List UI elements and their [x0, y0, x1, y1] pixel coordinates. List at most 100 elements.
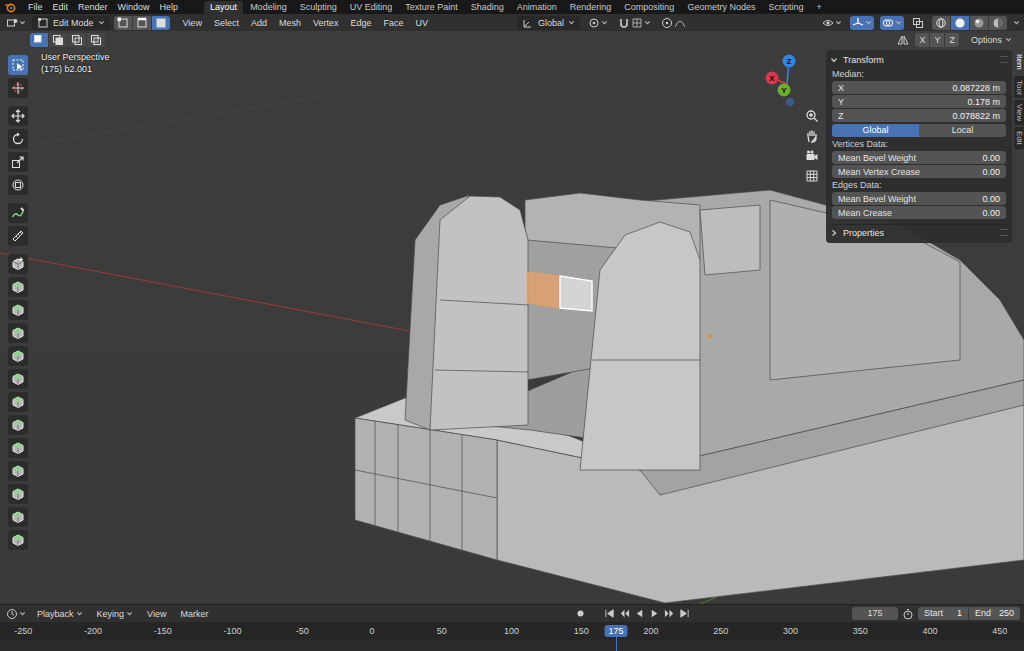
- navigation-gizmo[interactable]: XYZ: [763, 51, 807, 113]
- workspace-tab[interactable]: Modeling: [244, 1, 293, 14]
- mirror-axis-toggle[interactable]: Z: [945, 33, 959, 47]
- shading-button[interactable]: [951, 16, 970, 30]
- value-field[interactable]: Mean Crease0.00: [832, 206, 1006, 219]
- sidebar-tab[interactable]: Tool: [1014, 76, 1024, 99]
- top-menu-item[interactable]: Render: [74, 2, 112, 12]
- shading-button[interactable]: [970, 16, 989, 30]
- jump-end-icon[interactable]: [679, 608, 690, 619]
- drag-grip-icon[interactable]: [1000, 229, 1008, 236]
- shading-button[interactable]: [932, 16, 951, 30]
- orientation-dropdown[interactable]: Global: [517, 16, 580, 30]
- selected-face[interactable]: [527, 272, 560, 308]
- workspace-tab[interactable]: Geometry Nodes: [681, 1, 761, 14]
- playhead-frame[interactable]: 175: [605, 625, 628, 637]
- coordinate-field[interactable]: Z0.078822 m: [832, 109, 1006, 122]
- value-field[interactable]: Mean Bevel Weight0.00: [832, 151, 1006, 164]
- select-mode-button[interactable]: [152, 16, 170, 30]
- tool-button[interactable]: [8, 254, 28, 274]
- drag-grip-icon[interactable]: [1000, 56, 1008, 63]
- grid-icon[interactable]: [805, 169, 819, 183]
- top-menu-item[interactable]: Help: [156, 2, 183, 12]
- viewport-menu-item[interactable]: Mesh: [274, 18, 306, 28]
- timeline-menu[interactable]: Marker: [175, 609, 213, 619]
- tool-button[interactable]: [8, 277, 28, 297]
- viewport-menu-item[interactable]: Edge: [345, 18, 376, 28]
- viewport-menu-item[interactable]: View: [178, 18, 207, 28]
- play-reverse-icon[interactable]: [634, 608, 645, 619]
- top-menu-item[interactable]: Edit: [49, 2, 73, 12]
- workspace-tab[interactable]: Scripting: [762, 1, 809, 14]
- workspace-tab[interactable]: Layout: [204, 1, 243, 14]
- snap-button[interactable]: [616, 16, 653, 30]
- viewport-menu-item[interactable]: Vertex: [308, 18, 344, 28]
- mirror-axis-toggle[interactable]: X: [915, 33, 930, 47]
- current-frame-field[interactable]: 175: [852, 607, 898, 620]
- box-mode-button[interactable]: [49, 33, 68, 47]
- record-icon[interactable]: [575, 608, 586, 619]
- timeline-body[interactable]: -250 -200 -150 -100 -50 0 50 100 150 175…: [0, 622, 1024, 651]
- top-menu-item[interactable]: Window: [114, 2, 154, 12]
- tool-button[interactable]: [8, 415, 28, 435]
- workspace-tab[interactable]: Rendering: [564, 1, 618, 14]
- timeline-menu[interactable]: View: [142, 609, 171, 619]
- zoom-icon[interactable]: [805, 109, 819, 123]
- viewport-menu-item[interactable]: Select: [209, 18, 244, 28]
- 3d-viewport[interactable]: XYZ Options User Perspective (175) b2.00…: [0, 31, 1024, 604]
- tool-button[interactable]: [8, 346, 28, 366]
- tool-button[interactable]: [8, 106, 28, 126]
- selected-face[interactable]: [560, 276, 592, 311]
- proportional-edit-button[interactable]: [659, 16, 688, 30]
- tool-button[interactable]: [8, 484, 28, 504]
- mirror-axis-toggle[interactable]: Y: [930, 33, 945, 47]
- end-frame-field[interactable]: End250: [968, 607, 1020, 620]
- editor-type-button[interactable]: [4, 607, 28, 621]
- box-mode-button[interactable]: [30, 33, 49, 47]
- next-keyframe-icon[interactable]: [664, 608, 675, 619]
- value-field[interactable]: Mean Bevel Weight0.00: [832, 192, 1006, 205]
- pivot-point-button[interactable]: [586, 16, 610, 30]
- keyframe-area[interactable]: [0, 640, 1024, 651]
- tool-button[interactable]: [8, 175, 28, 195]
- add-workspace-button[interactable]: +: [810, 1, 827, 14]
- timeline-menu[interactable]: Playback: [32, 609, 88, 619]
- tool-button[interactable]: [8, 323, 28, 343]
- viewport-menu-item[interactable]: Face: [378, 18, 408, 28]
- viewport-menu-item[interactable]: Add: [246, 18, 272, 28]
- viewport-menu-item[interactable]: UV: [411, 18, 434, 28]
- xray-toggle[interactable]: [910, 16, 926, 30]
- sidebar-tab[interactable]: Edit: [1014, 127, 1024, 149]
- box-mode-button[interactable]: [68, 33, 87, 47]
- tool-button[interactable]: [8, 152, 28, 172]
- properties-panel-header[interactable]: Properties: [830, 224, 1008, 240]
- sidebar-tab[interactable]: Item: [1014, 50, 1024, 74]
- tool-button[interactable]: [8, 507, 28, 527]
- prev-keyframe-icon[interactable]: [619, 608, 630, 619]
- workspace-tab[interactable]: Sculpting: [294, 1, 343, 14]
- tool-button[interactable]: [8, 55, 28, 75]
- overlays-toggle[interactable]: [880, 16, 904, 30]
- frame-ruler[interactable]: -250 -200 -150 -100 -50 0 50 100 150 175…: [0, 622, 1024, 640]
- coordinate-field[interactable]: Y0.178 m: [832, 95, 1006, 108]
- stopwatch-icon[interactable]: [902, 608, 914, 620]
- tool-button[interactable]: [8, 203, 28, 223]
- box-mode-button[interactable]: [87, 33, 105, 47]
- select-mode-button[interactable]: [133, 16, 152, 30]
- tool-button[interactable]: [8, 530, 28, 550]
- shading-button[interactable]: [989, 16, 1007, 30]
- tool-button[interactable]: [8, 392, 28, 412]
- camera-icon[interactable]: [805, 149, 819, 163]
- workspace-tab[interactable]: UV Editing: [344, 1, 399, 14]
- space-option[interactable]: Global: [832, 124, 919, 137]
- tool-button[interactable]: [8, 226, 28, 246]
- tool-button[interactable]: [8, 129, 28, 149]
- timeline-menu[interactable]: Keying: [92, 609, 139, 619]
- start-frame-field[interactable]: Start1: [918, 607, 968, 620]
- workspace-tab[interactable]: Texture Paint: [399, 1, 464, 14]
- hand-icon[interactable]: [805, 129, 819, 143]
- jump-start-icon[interactable]: [604, 608, 615, 619]
- transform-panel-header[interactable]: Transform: [830, 52, 1008, 67]
- tool-button[interactable]: [8, 300, 28, 320]
- workspace-tab[interactable]: Compositing: [618, 1, 680, 14]
- top-menu-item[interactable]: File: [24, 2, 47, 12]
- play-icon[interactable]: [649, 608, 660, 619]
